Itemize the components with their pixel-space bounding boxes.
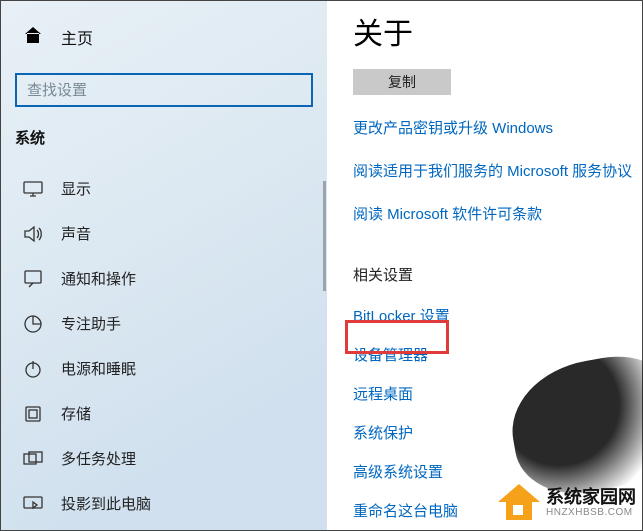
- sidebar-item-sound[interactable]: 声音: [1, 211, 327, 256]
- copy-button[interactable]: 复制: [353, 69, 451, 95]
- sidebar-item-focus[interactable]: 专注助手: [1, 301, 327, 346]
- sidebar-item-project[interactable]: 投影到此电脑: [1, 481, 327, 526]
- sidebar-item-label: 显示: [61, 178, 91, 199]
- home-icon: [23, 26, 43, 49]
- sidebar-scrollbar-thumb[interactable]: [323, 181, 326, 291]
- sidebar-item-label: 通知和操作: [61, 268, 136, 289]
- focus-icon: [23, 315, 43, 333]
- sidebar-item-multitask[interactable]: 多任务处理: [1, 436, 327, 481]
- related-link-0[interactable]: BitLocker 设置: [353, 305, 642, 326]
- content-pane: 关于 复制 更改产品密钥或升级 Windows 阅读适用于我们服务的 Micros…: [327, 1, 642, 530]
- settings-window: 主页 系统 显示声音通知和操作专注助手电源和睡眠存储多任务处理投影到此电脑 关于…: [0, 0, 643, 531]
- related-link-5[interactable]: 重命名这台电脑: [353, 500, 642, 521]
- related-link-1[interactable]: 设备管理器: [353, 344, 642, 365]
- sidebar-item-label: 专注助手: [61, 313, 121, 334]
- search-container: [1, 73, 327, 107]
- home-nav[interactable]: 主页: [1, 19, 327, 55]
- sidebar: 主页 系统 显示声音通知和操作专注助手电源和睡眠存储多任务处理投影到此电脑: [1, 1, 327, 530]
- sidebar-item-label: 电源和睡眠: [61, 358, 136, 379]
- related-link-3[interactable]: 系统保护: [353, 422, 642, 443]
- sidebar-item-label: 声音: [61, 223, 91, 244]
- sidebar-item-display[interactable]: 显示: [1, 166, 327, 211]
- sidebar-item-label: 多任务处理: [61, 448, 136, 469]
- power-icon: [23, 360, 43, 378]
- related-link-4[interactable]: 高级系统设置: [353, 461, 642, 482]
- sidebar-item-power[interactable]: 电源和睡眠: [1, 346, 327, 391]
- related-links: BitLocker 设置设备管理器远程桌面系统保护高级系统设置重命名这台电脑: [353, 305, 642, 521]
- related-settings-heading: 相关设置: [353, 264, 642, 285]
- storage-icon: [23, 405, 43, 423]
- sidebar-item-notify[interactable]: 通知和操作: [1, 256, 327, 301]
- multitask-icon: [23, 451, 43, 467]
- sidebar-item-label: 投影到此电脑: [61, 493, 151, 514]
- page-title: 关于: [353, 9, 642, 53]
- about-links: 更改产品密钥或升级 Windows 阅读适用于我们服务的 Microsoft 服务…: [353, 117, 642, 224]
- sidebar-item-label: 存储: [61, 403, 91, 424]
- nav-list: 显示声音通知和操作专注助手电源和睡眠存储多任务处理投影到此电脑: [1, 166, 327, 526]
- sound-icon: [23, 226, 43, 242]
- about-link-0[interactable]: 更改产品密钥或升级 Windows: [353, 117, 642, 138]
- display-icon: [23, 181, 43, 197]
- about-link-2[interactable]: 阅读 Microsoft 软件许可条款: [353, 203, 642, 224]
- sidebar-item-storage[interactable]: 存储: [1, 391, 327, 436]
- project-icon: [23, 496, 43, 512]
- notify-icon: [23, 270, 43, 288]
- section-title-system: 系统: [1, 127, 327, 148]
- search-input[interactable]: [15, 73, 313, 107]
- related-link-2[interactable]: 远程桌面: [353, 383, 642, 404]
- home-label: 主页: [61, 25, 93, 49]
- about-link-1[interactable]: 阅读适用于我们服务的 Microsoft 服务协议: [353, 160, 642, 181]
